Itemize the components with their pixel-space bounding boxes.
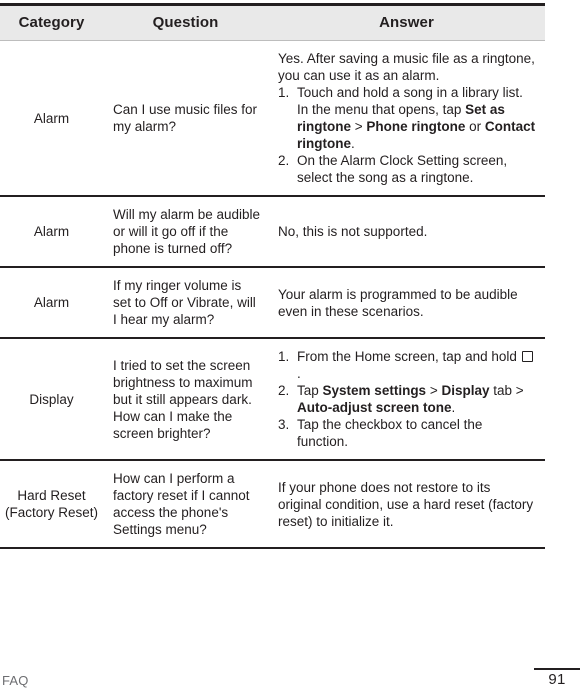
answer-step: 1. Touch and hold a song in a library lis… — [278, 84, 537, 152]
table-row: Alarm Will my alarm be audible or will it… — [0, 196, 545, 268]
footer-section-label: FAQ — [2, 673, 29, 688]
step-emphasis: Display — [441, 383, 490, 398]
table-row: Alarm Can I use music files for my alarm?… — [0, 40, 545, 197]
step-text: tab > — [489, 383, 524, 398]
step-number: 3. — [278, 417, 290, 432]
cell-category: Hard Reset (Factory Reset) — [0, 460, 103, 549]
table-body: Alarm Can I use music files for my alarm?… — [0, 40, 545, 549]
step-number: 1. — [278, 349, 290, 364]
faq-page: Category Question Answer Alarm Can I use … — [0, 0, 580, 700]
answer-text: Your alarm is programmed to be audible e… — [278, 286, 518, 319]
step-text: Tap the checkbox to cancel the function. — [297, 417, 483, 449]
cell-question: Will my alarm be audible or will it go o… — [103, 196, 268, 268]
cell-question: Can I use music files for my alarm? — [103, 40, 268, 197]
cell-question: If my ringer volume is set to Off or Vib… — [103, 267, 268, 339]
answer-text: No, this is not supported. — [278, 224, 428, 239]
column-header-answer: Answer — [268, 3, 545, 41]
step-text: or — [465, 119, 485, 134]
step-text: . — [297, 366, 301, 381]
table-row: Hard Reset (Factory Reset) How can I perf… — [0, 460, 545, 549]
answer-text: Yes. After saving a music file as a ring… — [278, 51, 535, 83]
cell-category: Alarm — [0, 267, 103, 339]
menu-key-square-icon — [521, 351, 533, 362]
step-emphasis: System settings — [322, 383, 427, 398]
step-text: Tap — [297, 383, 323, 398]
cell-answer: Your alarm is programmed to be audible e… — [268, 267, 545, 339]
cell-category: Display — [0, 338, 103, 461]
cell-answer: No, this is not supported. — [268, 196, 545, 268]
cell-question: How can I perform a factory reset if I c… — [103, 460, 268, 549]
step-text: . — [451, 400, 456, 415]
column-header-category: Category — [0, 3, 103, 41]
answer-step-list: 1. From the Home screen, tap and hold . 2.… — [278, 348, 537, 450]
answer-step: 3. Tap the checkbox to cancel the functio… — [278, 416, 537, 450]
cell-category: Alarm — [0, 40, 103, 197]
step-number: 1. — [278, 85, 290, 100]
cell-answer: If your phone does not restore to its or… — [268, 460, 545, 549]
answer-step: 2. On the Alarm Clock Setting screen, sel… — [278, 152, 537, 186]
faq-table: Category Question Answer Alarm Can I use … — [0, 3, 545, 549]
page-number-rule — [534, 668, 580, 670]
page-number-block: 91 — [534, 668, 580, 688]
answer-text: If your phone does not restore to its or… — [278, 479, 534, 529]
cell-category: Alarm — [0, 196, 103, 268]
answer-step: 1. From the Home screen, tap and hold . — [278, 348, 537, 382]
cell-question: I tried to set the screen brightness to … — [103, 338, 268, 461]
step-number: 2. — [278, 153, 290, 168]
table-row: Alarm If my ringer volume is set to Off o… — [0, 267, 545, 339]
answer-step-list: 1. Touch and hold a song in a library lis… — [278, 84, 537, 186]
column-header-question: Question — [103, 3, 268, 41]
answer-step: 2. Tap System settings > Display tab > Au… — [278, 382, 537, 416]
table-header-row: Category Question Answer — [0, 3, 545, 41]
step-emphasis: Auto-adjust screen tone — [297, 400, 452, 415]
step-emphasis: Phone ringtone — [366, 119, 466, 134]
step-number: 2. — [278, 383, 290, 398]
step-text: > — [351, 119, 367, 134]
table-header: Category Question Answer — [0, 3, 545, 41]
step-text: On the Alarm Clock Setting screen, selec… — [297, 153, 508, 185]
table-row: Display I tried to set the screen brightn… — [0, 338, 545, 461]
cell-answer: 1. From the Home screen, tap and hold . 2.… — [268, 338, 545, 461]
step-text: . — [351, 136, 355, 151]
step-text: From the Home screen, tap and hold — [297, 349, 521, 364]
step-text: > — [426, 383, 442, 398]
cell-answer: Yes. After saving a music file as a ring… — [268, 40, 545, 197]
page-number: 91 — [548, 671, 566, 688]
